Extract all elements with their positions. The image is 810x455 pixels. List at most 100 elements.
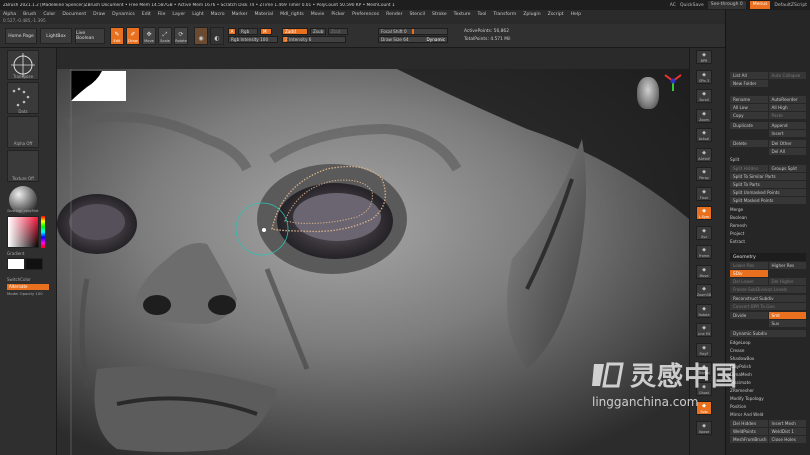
- all-high-button[interactable]: All High: [768, 104, 806, 111]
- alternate-button[interactable]: Alternate: [7, 284, 49, 290]
- menu-zplugin[interactable]: Zplugin: [523, 12, 540, 17]
- groups-split-button[interactable]: Groups Split: [768, 165, 806, 172]
- split-unmasked-button[interactable]: Split Unmasked Points: [730, 189, 806, 196]
- split-section-header[interactable]: Split: [730, 156, 806, 163]
- all-low-button[interactable]: All Low: [730, 104, 768, 111]
- divide-button[interactable]: Divide: [730, 312, 768, 319]
- auto-collapse-button[interactable]: Auto Collapse: [768, 72, 806, 79]
- menu-brush[interactable]: Brush: [23, 12, 36, 17]
- menu-preferences[interactable]: Preferences: [352, 12, 379, 17]
- higher-res-button[interactable]: Higher Res: [768, 262, 806, 269]
- dynamic-subdiv-section[interactable]: Dynamic Subdiv: [730, 330, 806, 337]
- zsub-toggle[interactable]: Zsub: [310, 28, 326, 35]
- stroke-icon[interactable]: ◐: [210, 27, 224, 45]
- mrgb-toggle[interactable]: A: [228, 28, 236, 35]
- split-to-parts-button[interactable]: Split To Parts: [730, 181, 806, 188]
- frame-icon[interactable]: ◆ Frame: [696, 245, 712, 259]
- live-boolean-button[interactable]: Live Boolean: [75, 28, 105, 44]
- copy-button[interactable]: Copy: [730, 112, 768, 119]
- menu-transform[interactable]: Transform: [493, 12, 516, 17]
- persp-icon[interactable]: ◆ Persp: [696, 167, 712, 181]
- remesh-section[interactable]: Remesh: [730, 222, 806, 229]
- geometry-header[interactable]: Geometry: [730, 253, 806, 261]
- modify-topology-section[interactable]: Modify Topology: [730, 395, 806, 402]
- menu-texture[interactable]: Texture: [454, 12, 471, 17]
- menu-macro[interactable]: Macro: [211, 12, 225, 17]
- lower-res-button[interactable]: Lower Res: [730, 262, 768, 269]
- menu-tool[interactable]: Tool: [477, 12, 486, 17]
- merge-section[interactable]: Merge: [730, 206, 806, 213]
- sdiv-slider[interactable]: SDiv: [730, 270, 768, 277]
- xyz-icon[interactable]: ◆ Xyz: [696, 225, 712, 240]
- shadowbox-section[interactable]: ShadowBox: [730, 355, 806, 362]
- secondary-color-swatch[interactable]: [25, 258, 43, 270]
- move-icon[interactable]: ◆ Move: [696, 264, 712, 279]
- menu-stencil[interactable]: Stencil: [409, 12, 425, 17]
- del-lower-button[interactable]: Del Lower: [730, 278, 768, 285]
- duplicate-button[interactable]: Duplicate: [730, 122, 768, 129]
- menu-alpha[interactable]: Alpha: [3, 12, 16, 17]
- reconstruct-subdiv-button[interactable]: Reconstruct Subdiv: [730, 295, 806, 302]
- menu-light[interactable]: Light: [192, 12, 203, 17]
- convert-bpr-button[interactable]: Convert BPR To Geo: [730, 303, 806, 310]
- menu-help[interactable]: Help: [571, 12, 581, 17]
- menu-picker[interactable]: Picker: [331, 12, 345, 17]
- hue-slider[interactable]: [41, 216, 45, 248]
- append-button[interactable]: Append: [768, 122, 806, 129]
- draw-icon[interactable]: ✐ Draw: [126, 27, 140, 45]
- menu-marker[interactable]: Marker: [232, 12, 248, 17]
- dynamic-toggle[interactable]: Dynamic: [427, 37, 445, 42]
- aahalf-icon[interactable]: ◆ AAHalf: [696, 147, 712, 162]
- actual-icon[interactable]: ◆ Actual: [696, 128, 712, 142]
- quicksave-button[interactable]: QuickSave: [680, 3, 704, 8]
- auto-reorder-button[interactable]: AutoReorder: [768, 96, 806, 103]
- menu-file[interactable]: File: [158, 12, 166, 17]
- suv-toggle[interactable]: Suv: [768, 320, 806, 327]
- rgb-toggle[interactable]: Rgb: [238, 28, 258, 35]
- see-through-slider[interactable]: See-through 0: [707, 1, 746, 9]
- zoom-icon[interactable]: ◆ Zoom: [696, 108, 712, 123]
- xpose-icon[interactable]: ◆ Xpose: [696, 420, 712, 435]
- menu-zscript[interactable]: Zscript: [548, 12, 564, 17]
- ac-button[interactable]: AC: [670, 3, 676, 8]
- material-icon[interactable]: ◉: [194, 27, 208, 45]
- mirror-weld-button[interactable]: Mirror And Weld: [730, 411, 806, 418]
- m-toggle[interactable]: M: [260, 28, 272, 35]
- menu-mdl-rights[interactable]: Mdl_rights: [280, 12, 304, 17]
- draw-size-slider[interactable]: Draw Size 64 Dynamic: [378, 36, 448, 43]
- model-opacity-slider[interactable]: Model Opacity 100: [7, 291, 55, 296]
- focal-shift-slider[interactable]: Focal Shift 0: [378, 28, 448, 35]
- insert-button[interactable]: Insert: [768, 130, 806, 137]
- dynamesh-section[interactable]: DynaMesh: [730, 371, 806, 378]
- rename-button[interactable]: Rename: [730, 96, 768, 103]
- menu-render[interactable]: Render: [386, 12, 402, 17]
- menus-button[interactable]: Menus: [749, 1, 771, 9]
- edit-icon[interactable]: ✎ Edit: [110, 27, 124, 45]
- claypolish-section[interactable]: ClayPolish: [730, 363, 806, 370]
- zoom3d-icon[interactable]: ◆ Zoom3D: [696, 284, 712, 298]
- scroll-icon[interactable]: ◆ Scroll: [696, 89, 712, 103]
- insert-mesh-button[interactable]: Insert Mesh: [768, 420, 806, 427]
- menu-material[interactable]: Material: [254, 12, 273, 17]
- switch-color-button[interactable]: SwitchColor: [7, 277, 39, 282]
- menu-layer[interactable]: Layer: [172, 12, 185, 17]
- linefill-icon[interactable]: ◆ Line Fill: [696, 323, 712, 337]
- close-holes-button[interactable]: Close Holes: [768, 436, 806, 443]
- menu-stroke[interactable]: Stroke: [432, 12, 447, 17]
- default-zscript-button[interactable]: DefaultZScript: [774, 3, 807, 8]
- crease-section[interactable]: Crease: [730, 347, 806, 354]
- axis-gizmo-icon[interactable]: [661, 71, 685, 93]
- split-similar-parts-button[interactable]: Split To Similar Parts: [730, 173, 806, 180]
- zadd-toggle[interactable]: Zadd: [282, 28, 308, 35]
- home-page-button[interactable]: Home Page: [5, 28, 37, 44]
- menu-edit[interactable]: Edit: [142, 12, 151, 17]
- menu-dynamics[interactable]: Dynamics: [112, 12, 135, 17]
- spix-icon[interactable]: ◆ SPix 3: [696, 69, 712, 84]
- scale-icon[interactable]: ⤢ Scale: [158, 27, 172, 45]
- mesh-from-brush-button[interactable]: MeshFromBrush: [730, 436, 768, 443]
- lightbox-button[interactable]: LightBox: [40, 28, 72, 44]
- bpr-icon[interactable]: ◆ BPR: [696, 50, 712, 64]
- menu-draw[interactable]: Draw: [93, 12, 105, 17]
- position-section[interactable]: Position: [730, 403, 806, 410]
- del-higher-button[interactable]: Del Higher: [768, 278, 806, 285]
